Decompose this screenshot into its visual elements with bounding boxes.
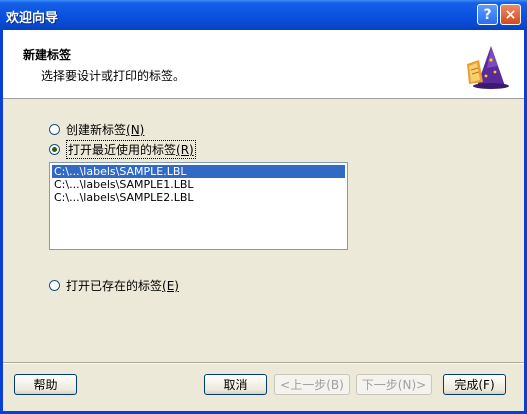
list-item[interactable]: C:\...\labels\SAMPLE2.LBL [52,191,345,204]
wizard-hat-icon [467,46,509,89]
finish-button[interactable]: 完成(F) [443,374,506,395]
help-icon[interactable]: ? [477,4,498,25]
radio-open-existing-button[interactable] [49,280,60,291]
radio-open-recent-button[interactable] [49,144,60,155]
radio-open-recent[interactable]: 打开最近使用的标签(R) [49,140,196,159]
page-title: 新建标签 [23,48,72,62]
dialog-body: 新建标签 选择要设计或打印的标签。 创建新标签(N) 打开最近使用的标签(R) [3,30,524,411]
page-subtitle: 选择要设计或打印的标签。 [41,69,186,83]
radio-create-new[interactable]: 创建新标签(N) [49,121,144,138]
cancel-button[interactable]: 取消 [204,374,267,395]
help-button[interactable]: 帮助 [14,374,77,395]
window-title: 欢迎向导 [6,11,59,26]
radio-create-new-label: 创建新标签(N) [66,123,145,137]
title-bar[interactable]: 欢迎向导 ? × [0,0,527,30]
radio-create-new-button[interactable] [49,124,60,135]
radio-open-existing-label: 打开已存在的标签(E) [66,279,179,293]
recent-files-list[interactable]: C:\...\labels\SAMPLE.LBL C:\...\labels\S… [49,162,348,250]
list-item[interactable]: C:\...\labels\SAMPLE.LBL [52,165,345,178]
wizard-header: 新建标签 选择要设计或打印的标签。 [3,30,524,99]
list-item[interactable]: C:\...\labels\SAMPLE1.LBL [52,178,345,191]
wizard-window: 欢迎向导 ? × 新建标签 选择要设计或打印的标签。 创建新标签(N) 打开最近… [0,0,527,414]
next-button[interactable]: 下一步(N)> [356,374,432,395]
radio-open-existing[interactable]: 打开已存在的标签(E) [49,277,179,294]
radio-open-recent-label: 打开最近使用的标签(R) [66,140,196,159]
footer-divider [3,362,524,364]
back-button[interactable]: <上一步(B) [274,374,350,395]
close-icon[interactable]: × [500,4,521,25]
